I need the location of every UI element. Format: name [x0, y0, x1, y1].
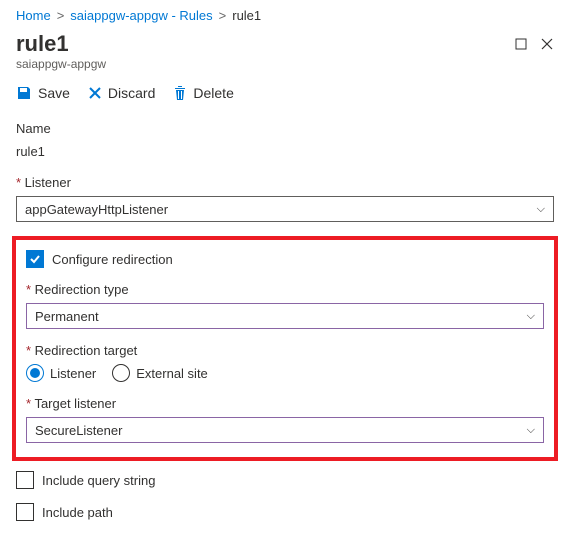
chevron-right-icon: > — [219, 8, 227, 23]
redirection-type-field: Redirection type Permanent ⌵ — [26, 282, 544, 329]
page-title: rule1 — [16, 31, 106, 57]
redirection-target-label: Redirection target — [26, 343, 544, 358]
target-listener-field: Target listener SecureListener ⌵ — [26, 396, 544, 443]
discard-button[interactable]: Discard — [88, 85, 155, 101]
name-value: rule1 — [16, 142, 554, 161]
name-field: Name rule1 — [16, 121, 554, 161]
configure-redirection-row[interactable]: Configure redirection — [26, 250, 544, 268]
save-icon — [16, 85, 32, 101]
listener-field: Listener appGatewayHttpListener ⌵ — [16, 175, 554, 222]
target-listener-label: Target listener — [26, 396, 544, 411]
radio-external-label: External site — [136, 366, 208, 381]
include-query-checkbox[interactable] — [16, 471, 34, 489]
configure-redirection-label: Configure redirection — [52, 252, 173, 267]
save-label: Save — [38, 85, 70, 101]
redirection-type-select[interactable]: Permanent ⌵ — [26, 303, 544, 329]
include-path-label: Include path — [42, 505, 113, 520]
redirection-target-field: Redirection target Listener External sit… — [26, 343, 544, 382]
delete-button[interactable]: Delete — [173, 85, 233, 101]
radio-external[interactable] — [112, 364, 130, 382]
redirection-target-external-option[interactable]: External site — [112, 364, 208, 382]
header: rule1 saiappgw-appgw — [0, 31, 570, 75]
radio-listener[interactable] — [26, 364, 44, 382]
listener-label: Listener — [16, 175, 554, 190]
delete-label: Delete — [193, 85, 233, 101]
breadcrumb-resource[interactable]: saiappgw-appgw - Rules — [70, 8, 212, 23]
include-query-row[interactable]: Include query string — [16, 471, 554, 489]
breadcrumb: Home > saiappgw-appgw - Rules > rule1 — [0, 0, 570, 31]
name-label: Name — [16, 121, 554, 136]
discard-icon — [88, 86, 102, 100]
redirection-target-listener-option[interactable]: Listener — [26, 364, 96, 382]
chevron-down-icon: ⌵ — [527, 424, 535, 437]
target-listener-value: SecureListener — [35, 423, 122, 438]
chevron-down-icon: ⌵ — [537, 203, 545, 216]
include-path-row[interactable]: Include path — [16, 503, 554, 521]
breadcrumb-home[interactable]: Home — [16, 8, 51, 23]
include-query-label: Include query string — [42, 473, 155, 488]
close-icon[interactable] — [540, 37, 554, 51]
listener-select[interactable]: appGatewayHttpListener ⌵ — [16, 196, 554, 222]
page-subtitle: saiappgw-appgw — [16, 57, 106, 71]
chevron-right-icon: > — [57, 8, 65, 23]
highlight-box: Configure redirection Redirection type P… — [12, 236, 558, 461]
radio-listener-label: Listener — [50, 366, 96, 381]
delete-icon — [173, 85, 187, 101]
include-path-checkbox[interactable] — [16, 503, 34, 521]
restore-icon[interactable] — [514, 37, 528, 51]
target-listener-select[interactable]: SecureListener ⌵ — [26, 417, 544, 443]
breadcrumb-current: rule1 — [232, 8, 261, 23]
redirection-type-value: Permanent — [35, 309, 99, 324]
chevron-down-icon: ⌵ — [527, 310, 535, 323]
discard-label: Discard — [108, 85, 155, 101]
redirection-type-label: Redirection type — [26, 282, 544, 297]
toolbar: Save Discard Delete — [0, 75, 570, 113]
configure-redirection-checkbox[interactable] — [26, 250, 44, 268]
save-button[interactable]: Save — [16, 85, 70, 101]
listener-value: appGatewayHttpListener — [25, 202, 168, 217]
